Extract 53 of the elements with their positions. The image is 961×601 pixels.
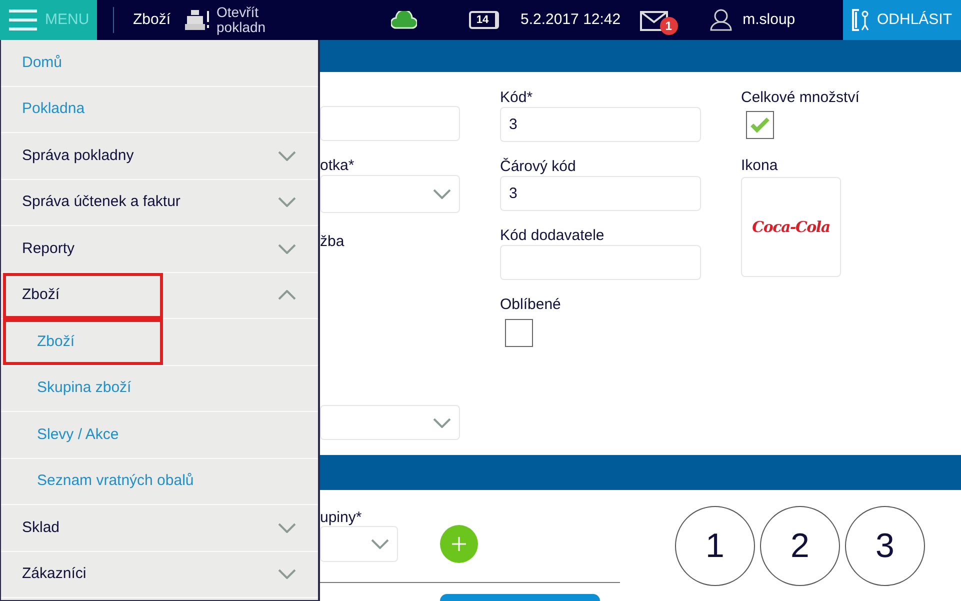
add-button[interactable] — [440, 525, 478, 563]
chevron-down-icon — [371, 539, 389, 549]
field-label: žba — [320, 232, 346, 251]
field-label: Oblíbené — [500, 295, 562, 314]
page-title: Zboží — [133, 10, 171, 30]
supplier-code-field[interactable] — [500, 245, 701, 280]
user-icon — [710, 9, 732, 31]
date-time: 5.2.2017 12:42 — [520, 10, 621, 30]
mail-icon[interactable] — [640, 11, 668, 31]
menu-icon — [9, 9, 37, 31]
username: m.sloup — [742, 10, 796, 30]
chevron-down-icon — [278, 569, 296, 580]
plus-icon — [452, 537, 466, 551]
chevron-down-icon — [278, 150, 296, 161]
code-field[interactable]: 3 — [500, 107, 701, 142]
action-button[interactable] — [440, 594, 600, 601]
cash-register-icon — [184, 9, 211, 31]
chevron-down-icon — [433, 189, 451, 199]
unit-dropdown[interactable] — [320, 175, 460, 213]
battery-indicator: 14 — [468, 11, 499, 29]
field-label: Ikona — [741, 156, 779, 175]
checkmark-icon — [750, 117, 770, 133]
field-label: Kód dodavatele — [500, 226, 606, 245]
chevron-up-icon — [278, 290, 296, 300]
keypad-key[interactable]: 1 — [675, 506, 755, 586]
menu-item[interactable]: Reporty — [22, 238, 75, 260]
group-dropdown[interactable] — [320, 526, 398, 562]
dropdown[interactable] — [320, 405, 460, 440]
chevron-down-icon — [278, 244, 296, 254]
barcode-field[interactable]: 3 — [500, 176, 701, 211]
menu-item[interactable]: Zákazníci — [22, 563, 86, 586]
text-field[interactable] — [320, 106, 460, 141]
menu-item[interactable]: Sklad — [22, 516, 60, 539]
field-label: otka* — [320, 156, 356, 175]
keypad-key[interactable]: 2 — [760, 506, 840, 586]
chevron-down-icon — [433, 418, 451, 428]
field-label: upiny* — [320, 508, 363, 525]
field-label: Kód* — [500, 88, 534, 107]
menu-item[interactable]: Správa účtenek a faktur — [22, 191, 180, 214]
chevron-down-icon — [278, 522, 296, 533]
field-label: Čárový kód — [500, 156, 577, 176]
chevron-down-icon — [278, 197, 296, 208]
keypad-key[interactable]: 3 — [845, 506, 925, 586]
total-quantity-checkbox[interactable] — [746, 111, 774, 139]
icon-picker[interactable]: Coca-Cola — [741, 177, 841, 277]
open-register-link[interactable]: Otevřít pokladn — [216, 5, 281, 35]
cloud-icon — [390, 11, 417, 29]
unread-count-badge: 1 — [660, 17, 678, 35]
logout-button[interactable]: ODHLÁSIT — [843, 0, 961, 40]
favorite-checkbox[interactable] — [505, 319, 533, 347]
menu-item[interactable]: Správa pokladny — [22, 144, 134, 167]
field-label: Celkové množství — [741, 88, 860, 107]
menu-item[interactable]: Zboží — [22, 284, 60, 306]
